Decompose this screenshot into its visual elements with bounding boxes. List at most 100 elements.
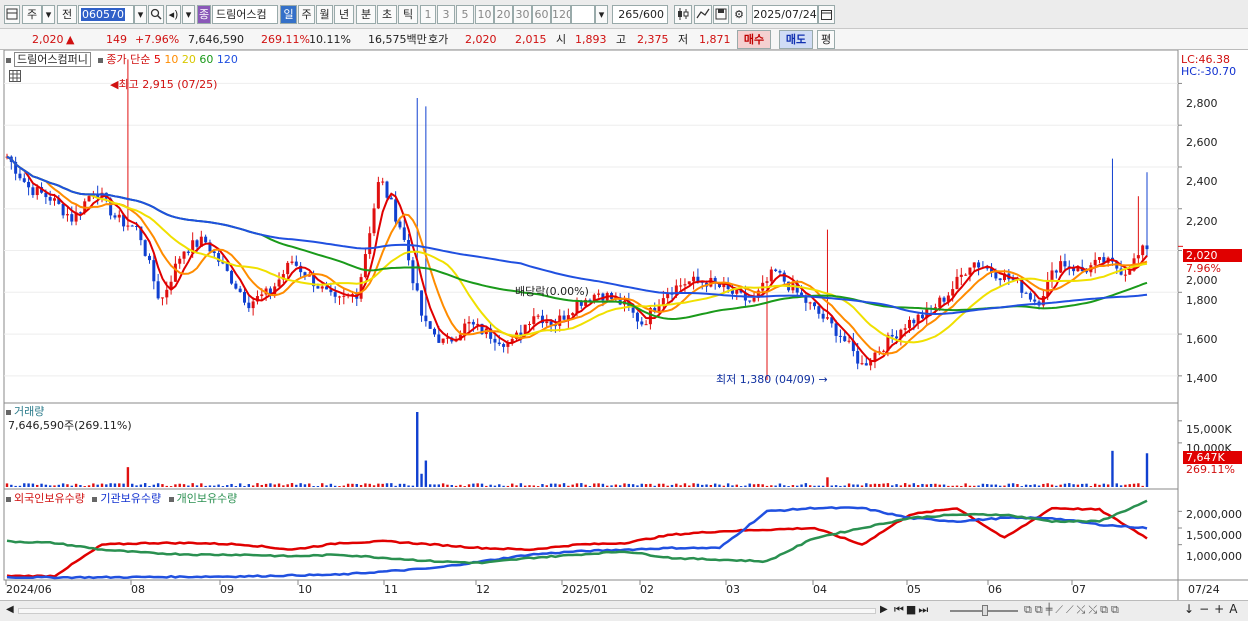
candle-body	[644, 324, 648, 326]
multiplier-3[interactable]: 3	[437, 5, 455, 24]
volume-bar	[463, 486, 466, 487]
line-tool-icon[interactable]: ⟋	[1066, 603, 1077, 616]
copy-icon[interactable]: ⧉	[1100, 603, 1111, 616]
candle-body	[160, 297, 164, 299]
volume-bar	[282, 485, 285, 487]
count-field[interactable]: 265/600	[612, 5, 668, 24]
multiplier-120[interactable]: 120	[551, 5, 571, 24]
volume-bar	[955, 485, 959, 487]
zoom-slider-handle[interactable]	[982, 605, 988, 616]
eval-button[interactable]: 평	[817, 30, 835, 49]
foreign-legend[interactable]: 외국인보유수량	[14, 492, 85, 505]
stop-icon[interactable]: ■	[906, 603, 918, 616]
period-tab-year[interactable]: 년	[334, 5, 354, 24]
multiplier-10[interactable]: 10	[475, 5, 494, 24]
market-dropdown-icon[interactable]: ▾	[42, 5, 55, 24]
multiplier-60[interactable]: 60	[532, 5, 551, 24]
line-tool-icon[interactable]: ⟋	[1055, 603, 1066, 616]
volume-bar	[14, 485, 17, 487]
copy-icon[interactable]: ⧉	[1111, 603, 1122, 616]
stock-name-field[interactable]: 드림어스컴	[212, 5, 278, 24]
trend-icon[interactable]: ⤯	[1077, 603, 1089, 616]
period-tab-second[interactable]: 초	[377, 5, 397, 24]
stock-legend-name[interactable]: 드림어스컴퍼니	[14, 52, 91, 67]
multiplier-20[interactable]: 20	[494, 5, 513, 24]
ma20-legend[interactable]: 20	[182, 53, 196, 66]
scroll-right-icon[interactable]: ▶	[880, 604, 888, 615]
candle-body	[247, 302, 251, 309]
period-tab-day[interactable]: 일	[280, 5, 297, 24]
sell-button[interactable]: 매도	[779, 30, 813, 49]
ma120-legend[interactable]: 120	[217, 53, 238, 66]
calendar-icon[interactable]	[818, 5, 835, 24]
save-icon[interactable]	[713, 5, 729, 24]
volume-bar	[908, 484, 911, 487]
multiplier-custom-input[interactable]	[571, 5, 595, 24]
candle-type-icon[interactable]	[674, 5, 692, 24]
code-dropdown-icon[interactable]: ▾	[134, 5, 147, 24]
candle-body	[441, 338, 445, 343]
forward-icon[interactable]: ⏭	[918, 603, 930, 616]
candle-body	[545, 321, 549, 324]
institution-legend[interactable]: 기관보유수량	[100, 492, 161, 505]
font-size-icon[interactable]: A	[1229, 602, 1242, 616]
volume-bar	[66, 484, 69, 487]
volume-bar	[1089, 486, 1093, 487]
volume-bar	[260, 484, 263, 487]
candle-body	[838, 335, 842, 337]
candle-body	[860, 363, 864, 365]
crosshair-icon[interactable]: ╪	[1046, 603, 1056, 616]
period-tab-week[interactable]: 주	[298, 5, 315, 24]
period-tab-minute[interactable]: 분	[356, 5, 376, 24]
window-icon[interactable]: ⧉	[1035, 603, 1046, 616]
rewind-icon[interactable]: ⏮	[894, 603, 906, 616]
trend-tool-icon[interactable]	[694, 5, 712, 24]
speaker-dropdown-icon[interactable]: ▾	[182, 5, 195, 24]
scroll-left-icon[interactable]: ◀	[6, 604, 14, 615]
ma60-legend[interactable]: 60	[199, 53, 213, 66]
period-tab-month[interactable]: 월	[316, 5, 333, 24]
ma5-legend[interactable]: 5	[154, 53, 161, 66]
candle-body	[204, 236, 208, 243]
candle-body	[320, 286, 324, 289]
gear-icon[interactable]: ⚙	[731, 5, 747, 24]
ma10-legend[interactable]: 10	[164, 53, 178, 66]
multiplier-1[interactable]: 1	[420, 5, 436, 24]
scope-select[interactable]: 전	[57, 5, 77, 24]
volume-bar	[523, 485, 527, 487]
search-icon[interactable]	[148, 5, 164, 24]
volume-bar	[847, 483, 851, 487]
volume-bar	[757, 483, 760, 487]
legend-check-icon	[6, 496, 11, 502]
layout-icon[interactable]	[4, 5, 20, 24]
minus-icon[interactable]: −	[1199, 602, 1214, 616]
period-tab-tick[interactable]: 틱	[398, 5, 418, 24]
horizontal-scrollbar[interactable]	[18, 608, 876, 614]
volume-bar	[770, 485, 773, 487]
multiplier-dropdown-icon[interactable]: ▾	[595, 5, 608, 24]
ma-legend-label[interactable]: 종가 단순	[106, 53, 150, 66]
date-field[interactable]: 2025/07/24	[752, 5, 818, 24]
candle-body	[765, 281, 769, 283]
volume-title-text[interactable]: 거래량	[14, 405, 44, 418]
volume-value: 7,646,590	[188, 33, 244, 46]
plus-icon[interactable]: +	[1214, 602, 1229, 616]
grid-toggle-icon[interactable]	[9, 70, 21, 85]
collapse-icon[interactable]: ↓	[1184, 602, 1199, 616]
trend-icon[interactable]: ⤯	[1088, 603, 1100, 616]
candle-body	[920, 314, 924, 319]
volume-bar	[830, 485, 833, 487]
multiplier-30[interactable]: 30	[513, 5, 532, 24]
speaker-icon[interactable]: ◂)	[166, 5, 181, 24]
volume-bar	[498, 484, 501, 487]
high-annotation-text: 최고 2,915 (07/25)	[118, 78, 218, 91]
chart-area: 드림어스컴퍼니 종가 단순 5 10 20 60 120 LC:46.38 HC…	[0, 50, 1248, 621]
stock-code-input[interactable]: 060570	[78, 5, 134, 24]
individual-legend[interactable]: 개인보유수량	[177, 492, 238, 505]
multiplier-5[interactable]: 5	[456, 5, 474, 24]
candle-body	[679, 285, 683, 287]
chart-canvas[interactable]	[0, 50, 1248, 621]
window-icon[interactable]: ⧉	[1024, 603, 1035, 616]
market-select[interactable]: 주	[22, 5, 42, 24]
buy-button[interactable]: 매수	[737, 30, 771, 49]
